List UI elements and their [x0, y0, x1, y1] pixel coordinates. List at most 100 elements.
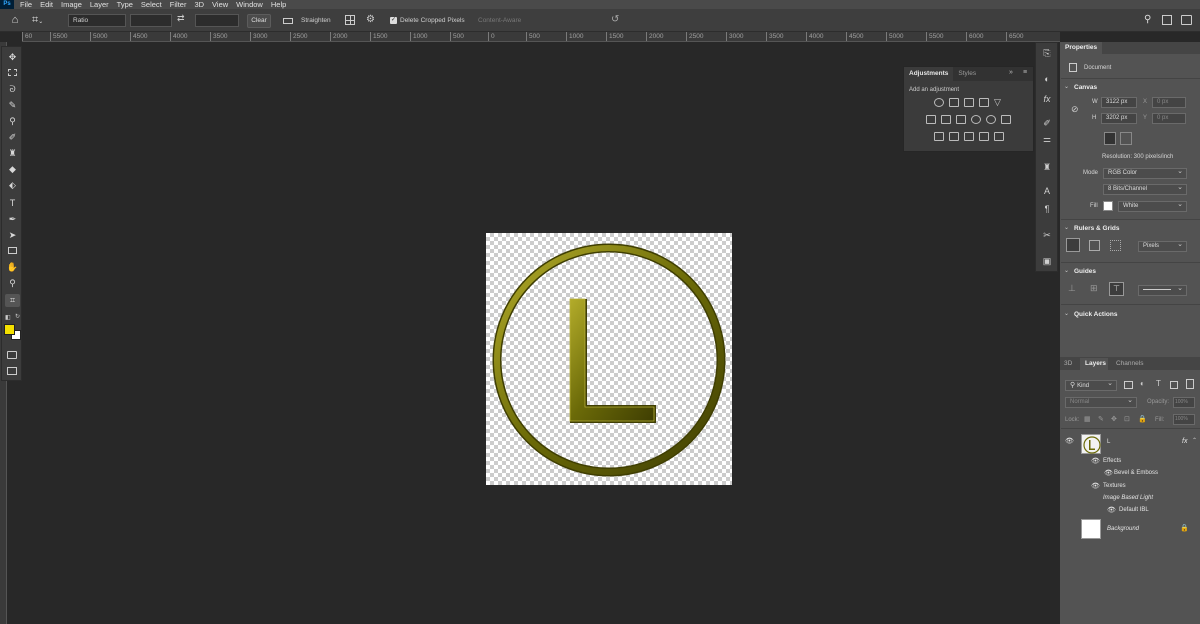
foreground-color-swatch[interactable]	[4, 324, 15, 335]
styles-fx-icon[interactable]: fx	[1040, 93, 1054, 105]
menu-view[interactable]: View	[212, 0, 228, 9]
eraser-tool-icon[interactable]: ◆	[5, 163, 20, 176]
ratio-width-input[interactable]	[130, 14, 172, 27]
mode-select[interactable]: RGB Color	[1103, 167, 1187, 179]
x-field[interactable]: 0 px	[1152, 97, 1186, 108]
adjustments-icon[interactable]: ◐	[1040, 73, 1054, 85]
eyedropper-tool-icon[interactable]: ⚲	[5, 115, 20, 128]
menu-file[interactable]: File	[20, 0, 32, 9]
brightness-icon[interactable]	[934, 98, 944, 107]
rulers-chevron-icon[interactable]: ⌄	[1064, 224, 1069, 231]
canvas-width-field[interactable]: 3122 px	[1101, 97, 1137, 108]
overlay-grid-icon[interactable]	[345, 15, 355, 25]
tab-properties[interactable]: Properties	[1060, 42, 1102, 54]
eye-icon[interactable]: 👁	[1065, 437, 1074, 445]
filter-kind-select[interactable]: ⚲ Kind	[1065, 379, 1117, 391]
smart-object-filter-icon[interactable]	[1186, 379, 1194, 389]
bevel-emboss-effect[interactable]: Bevel & Emboss	[1114, 470, 1158, 476]
clear-button[interactable]: Clear	[247, 14, 271, 28]
black-white-icon[interactable]	[956, 115, 966, 124]
effects-eye-icon[interactable]: 👁	[1091, 457, 1100, 465]
canvas-chevron-icon[interactable]: ⌄	[1064, 83, 1069, 90]
default-ibl-item[interactable]: Default IBL	[1119, 507, 1149, 513]
guides-chevron-icon[interactable]: ⌄	[1064, 267, 1069, 274]
blend-mode-select[interactable]: Normal	[1065, 396, 1137, 408]
canvas-height-field[interactable]: 3202 px	[1101, 113, 1137, 124]
adjustment-filter-icon[interactable]: ◐	[1140, 379, 1145, 388]
textures-eye-icon[interactable]: 👁	[1091, 482, 1100, 490]
selective-color-icon[interactable]	[979, 132, 989, 141]
swap-icon[interactable]: ⇄	[177, 13, 185, 24]
menu-filter[interactable]: Filter	[170, 0, 187, 9]
marquee-tool-icon[interactable]	[5, 67, 20, 80]
levels-icon[interactable]	[949, 98, 959, 107]
ibl-eye-icon[interactable]: 👁	[1107, 506, 1116, 514]
crop-tool-icon[interactable]: ⌗	[5, 294, 20, 307]
color-balance-icon[interactable]	[941, 115, 951, 124]
landscape-orientation-icon[interactable]	[1120, 132, 1132, 145]
straighten-button[interactable]: Straighten	[301, 9, 331, 32]
paint-bucket-icon[interactable]: ⬖	[5, 179, 20, 192]
ruler-toggle-icon[interactable]	[1066, 238, 1080, 252]
tab-adjustments[interactable]: Adjustments	[904, 67, 954, 81]
pen-tool-icon[interactable]: ✒	[5, 213, 20, 226]
portrait-orientation-icon[interactable]	[1104, 132, 1116, 145]
collapse-icon[interactable]: »	[1009, 69, 1013, 76]
reset-icon[interactable]: ↺	[611, 14, 619, 25]
type-filter-icon[interactable]: T	[1156, 379, 1161, 388]
paragraph-icon[interactable]: ¶	[1040, 203, 1054, 215]
search-icon[interactable]: ⚲	[1144, 14, 1151, 25]
history-icon[interactable]: ⎘	[1040, 47, 1054, 59]
layer-name[interactable]: L	[1107, 439, 1110, 445]
horizontal-ruler[interactable]: 60 5500 5000 4500 4000 3500 3000 2500 20…	[22, 32, 1060, 42]
pixel-grid-icon[interactable]	[1110, 240, 1121, 251]
document-canvas[interactable]	[486, 233, 732, 485]
menu-help[interactable]: Help	[271, 0, 286, 9]
shape-filter-icon[interactable]	[1170, 381, 1178, 389]
y-field[interactable]: 0 px	[1152, 113, 1186, 124]
lock-all-icon[interactable]: 🔒	[1138, 415, 1147, 423]
menu-type[interactable]: Type	[117, 0, 133, 9]
invert-icon[interactable]	[934, 132, 944, 141]
clone-source-icon[interactable]: ♜	[1040, 161, 1054, 173]
home-icon[interactable]: ⌂	[8, 13, 22, 27]
posterize-icon[interactable]	[949, 132, 959, 141]
workspace-icon[interactable]	[1162, 15, 1172, 25]
swap-colors-icon[interactable]: ↻	[15, 313, 20, 320]
lock-artboard-icon[interactable]: ⊡	[1124, 415, 1130, 423]
photo-filter-icon[interactable]	[971, 115, 981, 124]
crop-tool-preset-icon[interactable]: ⌗⌄	[32, 12, 54, 28]
hue-saturation-icon[interactable]	[926, 115, 936, 124]
guide-right-icon[interactable]: ⊤	[1109, 282, 1124, 296]
tool-presets-icon[interactable]: ✂	[1040, 229, 1054, 241]
guide-left-icon[interactable]: ⊥	[1068, 283, 1076, 294]
gear-icon[interactable]: ⚙	[366, 14, 375, 25]
background-layer-name[interactable]: Background	[1107, 526, 1139, 532]
share-icon[interactable]	[1181, 15, 1192, 25]
screen-mode-icon[interactable]	[7, 367, 17, 375]
ratio-height-input[interactable]	[195, 14, 239, 27]
threshold-icon[interactable]	[964, 132, 974, 141]
fill-swatch[interactable]	[1103, 201, 1113, 211]
libraries-icon[interactable]: ▣	[1040, 255, 1054, 267]
bevel-eye-icon[interactable]: 👁	[1104, 469, 1113, 477]
menu-select[interactable]: Select	[141, 0, 162, 9]
type-tool-icon[interactable]: T	[5, 197, 20, 210]
fill-select[interactable]: White	[1118, 200, 1187, 212]
menu-image[interactable]: Image	[61, 0, 82, 9]
opacity-field[interactable]: 100%	[1173, 397, 1195, 408]
guide-style-select[interactable]	[1138, 284, 1187, 296]
link-icon[interactable]: ⊘	[1071, 104, 1079, 115]
lock-transparent-icon[interactable]: ▦	[1084, 415, 1091, 423]
quick-mask-icon[interactable]	[7, 351, 17, 359]
quick-actions-chevron-icon[interactable]: ⌄	[1064, 310, 1069, 317]
exposure-icon[interactable]	[979, 98, 989, 107]
straighten-icon[interactable]	[283, 18, 293, 24]
zoom-tool-icon[interactable]: ⚲	[5, 277, 20, 290]
path-selection-icon[interactable]: ➤	[5, 229, 20, 242]
menu-edit[interactable]: Edit	[40, 0, 53, 9]
delete-cropped-checkbox[interactable]: ✓	[390, 17, 397, 24]
grid-toggle-icon[interactable]	[1089, 240, 1100, 251]
pixel-filter-icon[interactable]	[1124, 381, 1133, 389]
fx-badge[interactable]: fx	[1182, 438, 1187, 445]
